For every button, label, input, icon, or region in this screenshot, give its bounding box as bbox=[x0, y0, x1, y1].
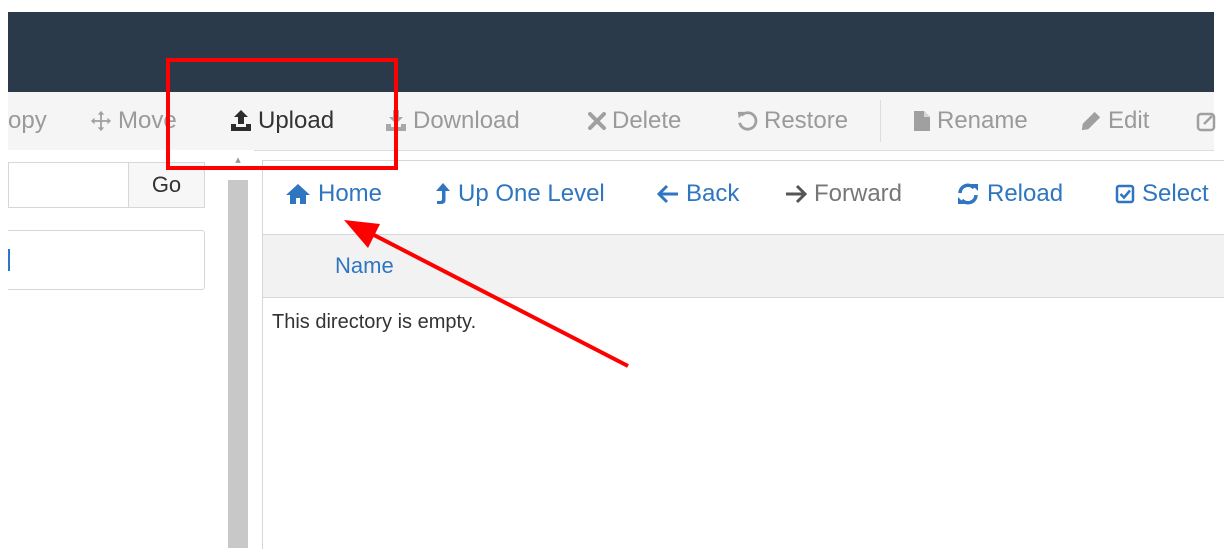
delete-label: Delete bbox=[612, 107, 682, 134]
file-toolbar: opy Move Upload Download Delete Restore bbox=[8, 92, 1216, 151]
file-list-panel: Home Up One Level Back Forward Reload Se… bbox=[262, 160, 1224, 549]
delete-button[interactable]: Delete bbox=[588, 92, 681, 150]
pencil-icon bbox=[1080, 110, 1102, 132]
forward-label: Forward bbox=[814, 180, 903, 207]
upload-button[interactable]: Upload bbox=[230, 92, 334, 150]
go-button[interactable]: Go bbox=[128, 162, 205, 208]
file-table-header: Name bbox=[263, 234, 1224, 298]
reload-label: Reload bbox=[987, 180, 1064, 207]
rename-button[interactable]: Rename bbox=[913, 92, 1028, 150]
top-bar bbox=[0, 0, 1224, 92]
directory-tree[interactable] bbox=[8, 230, 205, 290]
delete-icon bbox=[588, 112, 606, 130]
up-one-level-button[interactable]: Up One Level bbox=[435, 161, 605, 227]
refresh-icon bbox=[956, 182, 980, 206]
upload-icon bbox=[230, 109, 252, 133]
arrow-right-icon bbox=[785, 184, 807, 204]
checkbox-icon bbox=[1115, 184, 1135, 204]
download-icon bbox=[385, 109, 407, 133]
move-icon bbox=[90, 110, 112, 132]
collapse-caret-icon[interactable]: ▴ bbox=[232, 154, 244, 166]
directory-sidebar: Go bbox=[8, 150, 222, 548]
back-button[interactable]: Back bbox=[657, 161, 739, 227]
reload-button[interactable]: Reload bbox=[956, 161, 1063, 227]
header-bar bbox=[8, 12, 1214, 92]
upload-label: Upload bbox=[258, 107, 335, 134]
copy-label: opy bbox=[8, 107, 47, 134]
arrow-left-icon bbox=[657, 184, 679, 204]
panel-splitter[interactable] bbox=[228, 180, 248, 548]
up-one-level-label: Up One Level bbox=[458, 180, 605, 207]
toolbar-divider bbox=[880, 100, 881, 142]
tree-item-marker bbox=[8, 249, 10, 271]
file-icon bbox=[913, 110, 931, 132]
download-label: Download bbox=[413, 107, 520, 134]
home-icon bbox=[285, 183, 311, 205]
copy-button[interactable]: opy bbox=[8, 92, 47, 150]
move-button[interactable]: Move bbox=[90, 92, 177, 150]
home-button[interactable]: Home bbox=[285, 161, 382, 227]
select-all-label: Select bbox=[1142, 180, 1209, 207]
home-label: Home bbox=[318, 180, 383, 207]
move-label: Move bbox=[118, 107, 177, 134]
back-label: Back bbox=[686, 180, 740, 207]
select-all-button[interactable]: Select bbox=[1115, 161, 1209, 227]
level-up-icon bbox=[435, 182, 451, 206]
restore-label: Restore bbox=[764, 107, 849, 134]
navigation-bar: Home Up One Level Back Forward Reload Se… bbox=[263, 161, 1224, 233]
html-editor-button[interactable] bbox=[1196, 92, 1222, 150]
empty-directory-message: This directory is empty. bbox=[272, 311, 477, 333]
restore-icon bbox=[736, 110, 758, 132]
path-input[interactable] bbox=[8, 162, 128, 208]
download-button[interactable]: Download bbox=[385, 92, 520, 150]
restore-button[interactable]: Restore bbox=[736, 92, 848, 150]
forward-button[interactable]: Forward bbox=[785, 161, 902, 227]
rename-label: Rename bbox=[937, 107, 1028, 134]
edit-button[interactable]: Edit bbox=[1080, 92, 1149, 150]
edit-label: Edit bbox=[1108, 107, 1150, 134]
name-column-header[interactable]: Name bbox=[335, 235, 394, 297]
external-edit-icon bbox=[1196, 110, 1216, 132]
